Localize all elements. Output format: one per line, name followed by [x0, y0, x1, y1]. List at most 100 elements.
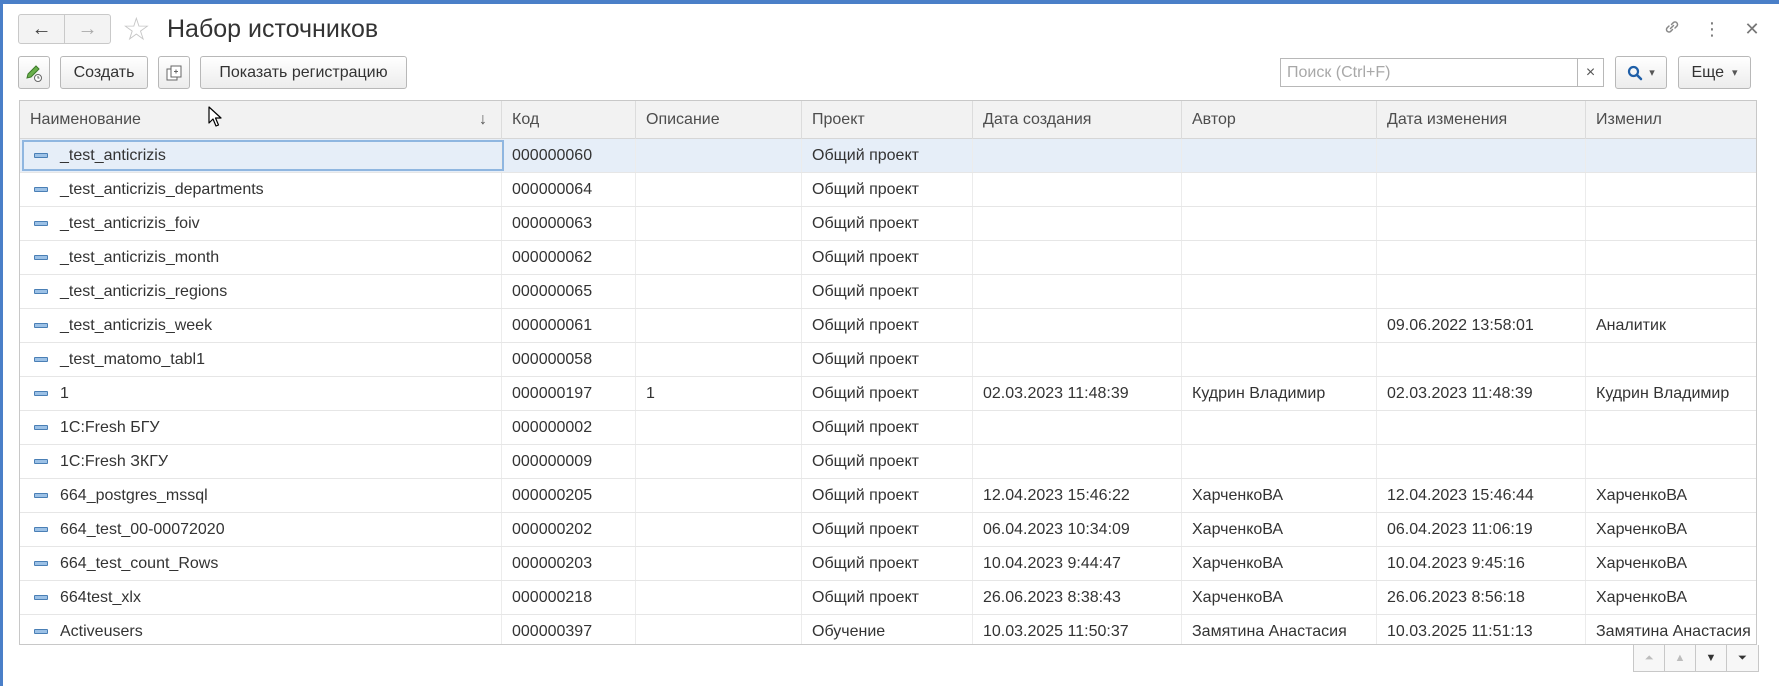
more-button[interactable]: Еще ▾	[1678, 56, 1751, 89]
cell-created	[973, 173, 1182, 206]
column-header-label: Код	[512, 111, 540, 128]
search-clear-button[interactable]: ×	[1577, 59, 1603, 86]
cell-code: 000000202	[502, 513, 636, 546]
cell-modified-by	[1586, 445, 1756, 478]
column-header-modified[interactable]: Дата изменения	[1377, 101, 1586, 139]
chevron-down-icon: ▾	[1732, 67, 1738, 79]
cell-modified: 09.06.2022 13:58:01	[1377, 309, 1586, 342]
cell-modified: 02.03.2023 11:48:39	[1377, 377, 1586, 410]
table-row[interactable]: 1 000000197 1 Общий проект 02.03.2023 11:48:…	[20, 377, 1756, 411]
table-row[interactable]: 1C:Fresh БГУ 000000002 Общий проект	[20, 411, 1756, 445]
table-row[interactable]: _test_anticrizis_foiv 000000063 Общий прое…	[20, 207, 1756, 241]
table-row[interactable]: 664test_xlx 000000218 Общий проект 26.06.20…	[20, 581, 1756, 615]
column-header-modified-by[interactable]: Изменил	[1586, 101, 1756, 139]
table-row[interactable]: _test_anticrizis_regions 000000065 Общий п…	[20, 275, 1756, 309]
more-vertical-icon[interactable]: ⋮	[1701, 19, 1723, 40]
cell-modified-by: Замятина Анастасия	[1596, 623, 1751, 640]
cell-project: Обучение	[802, 615, 973, 644]
column-header-name[interactable]: Наименование ↓	[20, 101, 502, 139]
cell-created	[973, 445, 1182, 478]
catalog-item-icon	[34, 221, 48, 226]
cell-modified	[1377, 411, 1586, 444]
table-row[interactable]: _test_anticrizis_departments 000000064 Общ…	[20, 173, 1756, 207]
cell-created	[973, 139, 1182, 172]
cell-description	[636, 207, 802, 240]
cell-code: 000000009	[502, 445, 636, 478]
cell-created	[973, 309, 1182, 342]
column-header-author[interactable]: Автор	[1182, 101, 1377, 139]
cell-name: _test_anticrizis_foiv	[20, 207, 502, 240]
cell-created: 10.04.2023 9:44:47	[973, 547, 1182, 580]
cell-modified: 26.06.2023 8:56:18	[1377, 581, 1586, 614]
table-row[interactable]: _test_matomo_tabl1 000000058 Общий проект	[20, 343, 1756, 377]
cell-created: 26.06.2023 8:38:43	[973, 581, 1182, 614]
arrow-right-icon: →	[77, 17, 98, 40]
table-scroll-controls: ⏶ ▲ ▼ ⏷	[1633, 645, 1759, 672]
cell-code: 000000060	[502, 139, 636, 172]
cell-modified	[1377, 173, 1586, 206]
column-header-label: Проект	[812, 111, 865, 128]
scroll-down-button[interactable]: ▼	[1696, 645, 1727, 671]
cell-description	[636, 513, 802, 546]
create-button[interactable]: Создать	[60, 56, 148, 89]
cell-code: 000000058	[502, 343, 636, 376]
close-icon[interactable]: ✕	[1741, 19, 1763, 40]
table-row[interactable]: _test_anticrizis_month 000000062 Общий про…	[20, 241, 1756, 275]
cell-modified-by	[1586, 207, 1756, 240]
scroll-up-button[interactable]: ▲	[1665, 645, 1696, 671]
cell-modified-by: Аналитик	[1596, 317, 1666, 334]
cell-modified	[1377, 445, 1586, 478]
cell-name: 664_test_count_Rows	[20, 547, 502, 580]
cell-project: Общий проект	[802, 139, 973, 172]
window-actions: ⋮ ✕	[1661, 14, 1763, 44]
cell-modified	[1377, 343, 1586, 376]
column-header-project[interactable]: Проект	[802, 101, 973, 139]
cell-name: _test_anticrizis_regions	[20, 275, 502, 308]
cell-project: Общий проект	[802, 581, 973, 614]
forward-button[interactable]: →	[64, 15, 110, 43]
back-button[interactable]: ←	[19, 15, 64, 43]
cell-created: 10.03.2025 11:50:37	[973, 615, 1182, 644]
cell-created	[973, 343, 1182, 376]
table-row[interactable]: 664_test_count_Rows 000000203 Общий проект…	[20, 547, 1756, 581]
title-bar: ← → ☆ Набор источников ⋮ ✕	[18, 13, 1763, 46]
cell-author	[1182, 139, 1377, 172]
sources-table: Наименование ↓ Код Описание Проект Дата …	[19, 100, 1757, 645]
show-registration-button[interactable]: Показать регистрацию	[200, 56, 407, 89]
cell-author: ХарченкоВА	[1182, 479, 1377, 512]
table-row[interactable]: 664_test_00-00072020 000000202 Общий проек…	[20, 513, 1756, 547]
column-header-description[interactable]: Описание	[636, 101, 802, 139]
page-title: Набор источников	[167, 15, 379, 43]
search-icon	[1628, 65, 1643, 80]
catalog-item-icon	[34, 153, 48, 158]
cell-project: Общий проект	[802, 241, 973, 274]
table-row[interactable]: 664_postgres_mssql 000000205 Общий проект 1…	[20, 479, 1756, 513]
table-row[interactable]: _test_anticrizis_week 000000061 Общий прое…	[20, 309, 1756, 343]
cell-code: 000000062	[502, 241, 636, 274]
favorite-star-icon[interactable]: ☆	[122, 13, 151, 45]
edit-mode-button[interactable]	[18, 56, 50, 89]
cell-project: Общий проект	[802, 479, 973, 512]
cell-description	[636, 581, 802, 614]
cell-description	[636, 615, 802, 644]
cell-description	[636, 139, 802, 172]
column-header-label: Дата изменения	[1387, 111, 1508, 128]
catalog-item-icon	[34, 289, 48, 294]
cell-project: Общий проект	[802, 547, 973, 580]
scroll-to-top-button[interactable]: ⏶	[1634, 645, 1665, 671]
table-row[interactable]: 1C:Fresh ЗКГУ 000000009 Общий проект	[20, 445, 1756, 479]
table-row[interactable]: _test_anticrizis 000000060 Общий проект	[20, 139, 1756, 173]
link-icon[interactable]	[1661, 18, 1683, 41]
copy-button[interactable]	[158, 56, 190, 89]
column-header-code[interactable]: Код	[502, 101, 636, 139]
search-input[interactable]	[1281, 59, 1577, 86]
search-options-button[interactable]: ▾	[1615, 56, 1667, 89]
column-header-created[interactable]: Дата создания	[973, 101, 1182, 139]
scroll-to-bottom-button[interactable]: ⏷	[1727, 645, 1758, 671]
cell-created: 02.03.2023 11:48:39	[973, 377, 1182, 410]
cell-project: Общий проект	[802, 173, 973, 206]
cell-modified-by	[1586, 241, 1756, 274]
column-header-label: Наименование	[30, 111, 141, 128]
cell-author	[1182, 411, 1377, 444]
table-row[interactable]: Activeusers 000000397 Обучение 10.03.2025 1…	[20, 615, 1756, 644]
